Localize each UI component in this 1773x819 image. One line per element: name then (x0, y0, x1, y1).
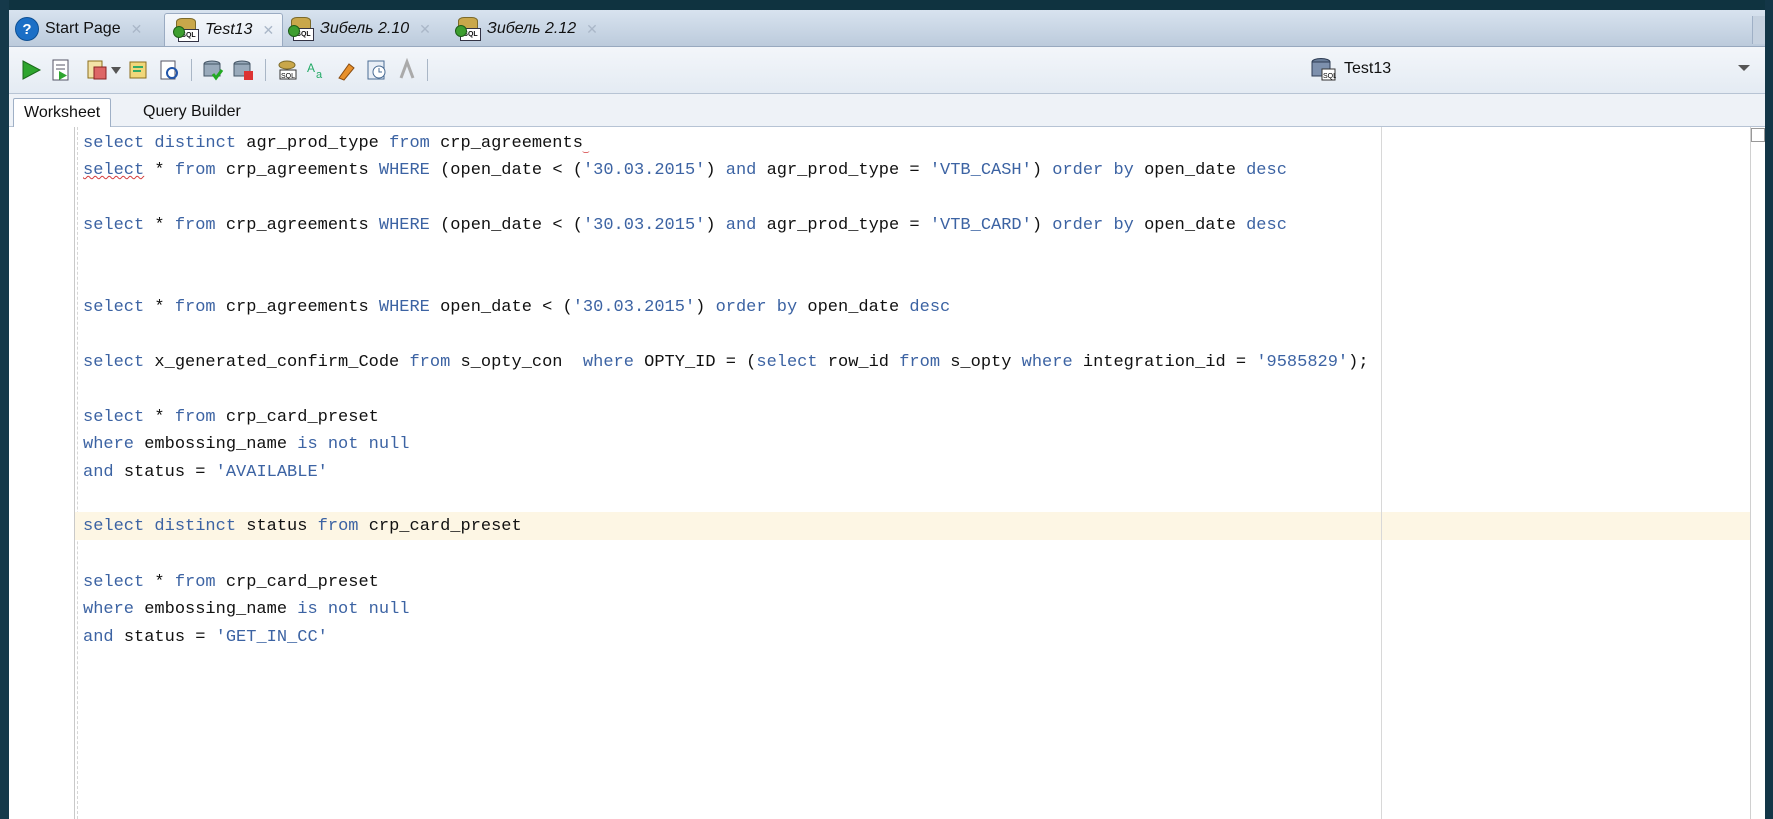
tab-label: Зибель 2.12 (487, 20, 577, 37)
window-right-edge (1765, 0, 1773, 819)
sql-tuning-icon[interactable] (157, 58, 181, 82)
tab-test13[interactable]: SQL Test13 ✕ (164, 13, 284, 46)
code-line[interactable]: select * from crp_card_preset (83, 572, 379, 594)
sql-history-icon[interactable] (365, 58, 389, 82)
svg-text:a: a (316, 69, 323, 81)
autotrace-icon[interactable] (85, 58, 109, 82)
svg-text:SQL: SQL (281, 73, 295, 80)
format-icon[interactable] (395, 58, 419, 82)
connection-select[interactable]: SQL Test13 (1310, 53, 1758, 85)
run-script-icon[interactable] (49, 58, 73, 82)
toolbar-separator (427, 59, 428, 81)
fold-guide (77, 127, 78, 819)
unshared-sql-icon[interactable]: SQL (275, 58, 299, 82)
tab-zibel-2-12[interactable]: SQL Зибель 2.12 ✕ (455, 13, 598, 45)
close-tab-icon[interactable]: ✕ (586, 21, 598, 38)
help-icon: ? (15, 17, 39, 41)
sql-worksheet-icon: SQL (288, 17, 314, 41)
code-line[interactable]: where embossing_name is not null (83, 599, 409, 621)
tab-worksheet[interactable]: Worksheet (13, 98, 112, 127)
to-upper-lower-icon[interactable]: Aa (305, 58, 329, 82)
code-line[interactable]: select * from crp_agreements WHERE (open… (83, 215, 1287, 237)
vertical-scrollbar[interactable] (1750, 127, 1765, 819)
tab-label: Test13 (205, 21, 253, 38)
commit-icon[interactable] (201, 58, 225, 82)
code-line[interactable]: select x_generated_confirm_Code from s_o… (83, 352, 1369, 374)
connection-name: Test13 (1344, 60, 1392, 77)
run-statement-icon[interactable] (19, 58, 43, 82)
tab-start-page[interactable]: ? Start Page ✕ (15, 13, 142, 45)
tab-zibel-2-10[interactable]: SQL Зибель 2.10 ✕ (288, 13, 431, 45)
close-tab-icon[interactable]: ✕ (419, 21, 431, 38)
tab-label: Зибель 2.10 (320, 20, 410, 37)
worksheet-subtabs: Worksheet Query Builder (9, 94, 1765, 127)
toolbar-separator (191, 59, 192, 81)
close-tab-icon[interactable]: ✕ (131, 21, 143, 38)
code-line[interactable]: and status = 'GET_IN_CC' (83, 627, 328, 649)
sql-worksheet-icon: SQL (173, 18, 199, 42)
sql-worksheet-icon: SQL (455, 17, 481, 41)
chevron-down-icon[interactable] (111, 67, 121, 75)
svg-text:SQL: SQL (1323, 73, 1336, 80)
chevron-down-icon[interactable] (1738, 65, 1750, 71)
sql-editor[interactable]: select distinct agr_prod_type from crp_a… (9, 127, 1765, 819)
worksheet-toolbar: SQL Aa SQL Test13 (9, 47, 1765, 94)
code-line[interactable]: select distinct status from crp_card_pre… (83, 516, 522, 538)
line-gutter (9, 127, 75, 819)
rollback-icon[interactable] (231, 58, 255, 82)
svg-text:A: A (307, 61, 315, 75)
tab-query-builder[interactable]: Query Builder (133, 98, 251, 126)
code-line[interactable]: where embossing_name is not null (83, 434, 409, 456)
clear-icon[interactable] (335, 58, 359, 82)
right-margin-guide (1381, 127, 1382, 819)
tab-list-scroll[interactable] (1752, 16, 1765, 44)
document-tab-bar: ? Start Page ✕ SQL Test13 ✕ SQL Зибель 2… (9, 10, 1765, 47)
window-left-edge (0, 0, 9, 819)
explain-plan-icon[interactable] (127, 58, 151, 82)
code-line[interactable]: select * from crp_agreements WHERE (open… (83, 160, 1287, 182)
toolbar-separator (265, 59, 266, 81)
tab-label: Start Page (45, 20, 121, 37)
code-line[interactable]: select * from crp_card_preset (83, 407, 379, 429)
code-line[interactable]: and status = 'AVAILABLE' (83, 462, 328, 484)
database-connection-icon: SQL (1310, 57, 1337, 81)
code-line[interactable]: select * from crp_agreements WHERE open_… (83, 297, 950, 319)
code-line[interactable]: select distinct agr_prod_type from crp_a… (83, 133, 589, 155)
close-tab-icon[interactable]: ✕ (262, 22, 274, 39)
